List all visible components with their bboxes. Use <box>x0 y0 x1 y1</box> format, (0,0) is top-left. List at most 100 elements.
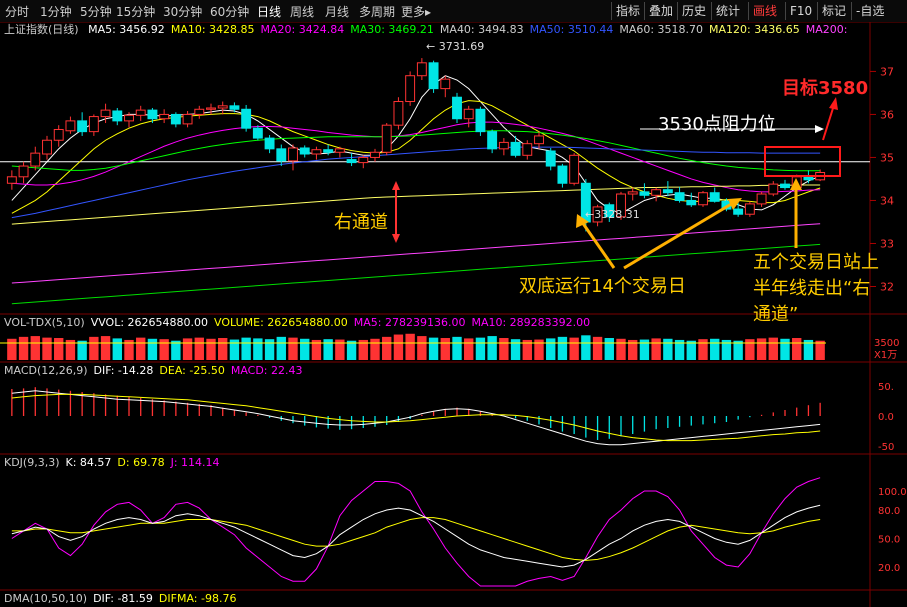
price-axis-label-1: 36 <box>880 108 894 121</box>
macd-header: MACD(12,26,9) DIF: -14.28 DEA: -25.50 MACD:… <box>4 364 309 378</box>
volume-pane: 3500X1万 <box>0 333 899 361</box>
candle-body-64 <box>756 193 767 205</box>
volume-bar-32 <box>382 336 392 360</box>
candle-body-26 <box>311 149 322 155</box>
candle-body-18 <box>217 105 228 109</box>
volume-bar-48 <box>569 337 579 360</box>
volume-bar-60 <box>710 338 720 360</box>
volume-bar-58 <box>686 340 696 360</box>
price-axis-label-4: 33 <box>880 237 894 250</box>
candle-body-0 <box>6 176 17 184</box>
volume-bar-4 <box>54 338 64 360</box>
ma-line-MA50 <box>11 146 821 219</box>
volume-bar-56 <box>663 338 673 360</box>
volume-bar-29 <box>346 340 357 360</box>
volume-bar-15 <box>182 338 193 360</box>
volume-bar-8 <box>100 336 111 360</box>
candle-body-34 <box>405 75 416 103</box>
candle-body-30 <box>358 156 369 164</box>
channel-arrow-top <box>392 181 400 190</box>
double-bottom-label: 双底运行14个交易日 <box>519 276 686 297</box>
candle-body-27 <box>323 149 334 153</box>
macd-dif-line <box>11 390 821 446</box>
price-header: 上证指数(日线) MA5: 3456.92 MA10: 3428.85 MA20: … <box>4 23 853 37</box>
candle-body-48 <box>569 154 580 184</box>
target-arrow-line <box>822 104 835 141</box>
volume-bar-62 <box>733 340 743 360</box>
candle-body-15 <box>182 113 193 125</box>
volume-bar-12 <box>147 338 158 360</box>
kdj-axis-label-1: 80.0 <box>878 506 900 517</box>
candle-body-38 <box>452 96 462 120</box>
volume-bar-40 <box>475 337 486 360</box>
price-hdr-item-6: MA60: 3518.70 <box>619 23 704 36</box>
volume-bar-43 <box>510 339 521 360</box>
volume-bar-2 <box>30 336 40 360</box>
candle-body-29 <box>346 159 357 164</box>
high-price-label: ← 3731.69 <box>426 40 485 53</box>
price-axis-label-0: 37 <box>880 65 894 78</box>
volume-bar-36 <box>428 337 439 360</box>
candle-body-1 <box>18 165 29 178</box>
volume-bar-21 <box>253 338 263 360</box>
kdj-header: KDJ(9,3,3) K: 84.57 D: 69.78 J: 114.14 <box>4 456 226 470</box>
price-hdr-item-4: MA40: 3494.83 <box>439 23 524 36</box>
volume-bar-47 <box>557 336 568 360</box>
volume-bar-52 <box>616 338 626 360</box>
candle-body-60 <box>709 192 720 202</box>
macd-pane: 50. 0.0 -50 <box>11 382 894 453</box>
macd-axis-label-1: 0.0 <box>878 412 894 423</box>
volume-bar-66 <box>780 338 790 360</box>
volume-bar-3 <box>42 337 52 360</box>
kdj-hdr-item-1: K: 84.57 <box>65 456 112 469</box>
volume-bar-24 <box>288 337 298 360</box>
candle-body-3 <box>42 139 52 155</box>
macd-dea-line <box>11 393 821 442</box>
dma-hdr-item-2: DIFMA: -98.76 <box>158 592 237 605</box>
volume-bar-23 <box>276 336 286 360</box>
candle-body-46 <box>545 150 556 167</box>
price-axis-label-5: 32 <box>880 280 894 293</box>
candle-body-54 <box>639 191 650 196</box>
double-bottom-arrow-2 <box>623 201 734 270</box>
candle-body-57 <box>674 192 685 201</box>
candle-body-53 <box>627 191 638 195</box>
kdj-axis-label-3: 20.0 <box>878 563 900 574</box>
candle-body-41 <box>487 131 498 150</box>
candle-body-10 <box>124 114 134 122</box>
dma-hdr-item-0: DMA(10,50,10) <box>4 592 88 605</box>
volume-bar-50 <box>592 336 603 360</box>
price-title: 上证指数(日线) <box>4 23 79 36</box>
candle-body-2 <box>30 152 41 167</box>
candle-body-16 <box>194 108 205 115</box>
macd-axis-label-0: 50. <box>878 382 894 393</box>
candle-body-13 <box>159 113 170 120</box>
price-hdr-item-0: MA5: 3456.92 <box>88 23 165 36</box>
low-price-label: ←3328.31 <box>585 208 640 221</box>
volume-bar-9 <box>112 338 122 360</box>
price-hdr-item-3: MA30: 3469.21 <box>350 23 434 36</box>
candle-body-31 <box>370 151 380 158</box>
candle-body-56 <box>662 189 673 194</box>
volume-bar-38 <box>452 336 462 360</box>
volume-bar-7 <box>89 336 99 360</box>
kdj-hdr-item-0: KDJ(9,3,3) <box>4 456 60 469</box>
volume-bar-64 <box>756 338 767 360</box>
target-label: 目标3580 <box>782 78 869 99</box>
price-hdr-item-7: MA120: 3436.65 <box>709 23 800 36</box>
price-axis-label-2: 35 <box>880 151 894 164</box>
candle-body-20 <box>241 108 252 129</box>
candle-body-58 <box>686 199 697 206</box>
candle-body-25 <box>299 147 310 155</box>
vol-axis-label-0: 3500 <box>874 338 899 349</box>
candle-body-23 <box>276 148 287 162</box>
candle-body-66 <box>780 183 790 189</box>
volume-bar-65 <box>768 337 778 360</box>
candle-body-37 <box>440 78 451 90</box>
vol-hdr-item-4: MA10: 289283392.00 <box>471 316 591 329</box>
candle-body-63 <box>744 203 755 215</box>
candle-body-7 <box>88 116 99 133</box>
candle-body-6 <box>77 120 88 133</box>
candle-body-59 <box>698 192 708 206</box>
candle-body-44 <box>522 143 533 156</box>
